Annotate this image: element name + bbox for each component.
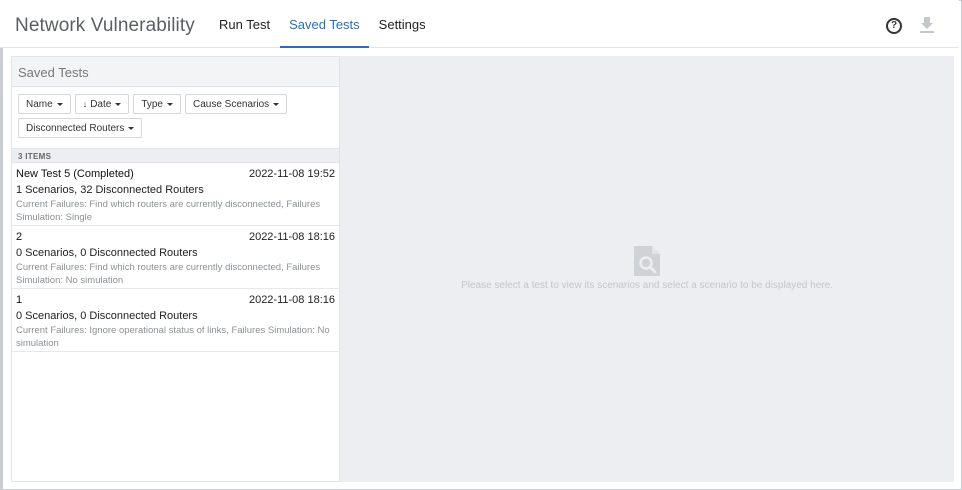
filter-type-button[interactable]: Type bbox=[133, 94, 181, 114]
tab-saved-tests[interactable]: Saved Tests bbox=[280, 0, 369, 48]
saved-tests-panel: Saved Tests Name ↓ Date Type Cause Scena… bbox=[11, 56, 340, 482]
list-item[interactable]: New Test 5 (Completed) 2022-11-08 19:52 … bbox=[12, 163, 339, 226]
filter-date-button[interactable]: ↓ Date bbox=[74, 94, 130, 114]
test-detail-panel: Please select a test to view its scenari… bbox=[340, 56, 954, 482]
filter-disconnected-routers-button[interactable]: Disconnected Routers bbox=[18, 118, 143, 138]
test-name: New Test 5 (Completed) bbox=[16, 168, 134, 180]
test-summary: 0 Scenarios, 0 Disconnected Routers bbox=[16, 310, 198, 322]
sort-arrow-icon: ↓ bbox=[82, 99, 88, 109]
list-item[interactable]: 2 2022-11-08 18:16 0 Scenarios, 0 Discon… bbox=[12, 226, 339, 289]
filter-cause-scenarios-label: Cause Scenarios bbox=[193, 98, 270, 110]
panel-title: Saved Tests bbox=[12, 57, 339, 87]
caret-down-icon bbox=[56, 102, 63, 106]
test-date: 2022-11-08 19:52 bbox=[248, 168, 335, 180]
caret-down-icon bbox=[128, 126, 135, 130]
caret-down-icon bbox=[115, 102, 122, 106]
filter-bar: Name ↓ Date Type Cause Scenarios Disconn… bbox=[12, 87, 332, 142]
test-date: 2022-11-08 18:16 bbox=[248, 231, 335, 243]
test-summary: 0 Scenarios, 0 Disconnected Routers bbox=[16, 247, 198, 259]
app-title: Network Vulnerability bbox=[15, 15, 195, 36]
empty-state-message: Please select a test to view its scenari… bbox=[461, 280, 833, 291]
caret-down-icon bbox=[273, 102, 280, 106]
test-summary: 1 Scenarios, 32 Disconnected Routers bbox=[16, 184, 204, 196]
filter-name-label: Name bbox=[26, 98, 53, 110]
items-count: 3 ITEMS bbox=[12, 148, 339, 163]
tab-settings[interactable]: Settings bbox=[370, 0, 435, 48]
help-icon[interactable]: ? bbox=[886, 18, 902, 34]
test-date: 2022-11-08 18:16 bbox=[248, 294, 335, 306]
test-name: 2 bbox=[16, 231, 23, 243]
test-description: Current Failures: Find which routers are… bbox=[16, 199, 321, 223]
document-search-icon bbox=[634, 246, 660, 276]
filter-type-label: Type bbox=[141, 98, 163, 110]
filter-disconnected-routers-label: Disconnected Routers bbox=[26, 122, 125, 134]
filter-date-label: Date bbox=[90, 98, 112, 110]
test-name: 1 bbox=[16, 294, 23, 306]
tab-run-test[interactable]: Run Test bbox=[210, 0, 279, 48]
test-description: Current Failures: Find which routers are… bbox=[16, 262, 321, 286]
download-icon[interactable] bbox=[920, 17, 934, 33]
main-nav: Run Test Saved Tests Settings bbox=[210, 0, 436, 48]
app-header: Network Vulnerability Run Test Saved Tes… bbox=[0, 0, 959, 48]
test-description: Current Failures: Ignore operational sta… bbox=[16, 325, 330, 349]
filter-cause-scenarios-button[interactable]: Cause Scenarios bbox=[185, 94, 288, 114]
filter-name-button[interactable]: Name bbox=[18, 94, 71, 114]
caret-down-icon bbox=[167, 102, 173, 106]
list-item[interactable]: 1 2022-11-08 18:16 0 Scenarios, 0 Discon… bbox=[12, 289, 339, 352]
